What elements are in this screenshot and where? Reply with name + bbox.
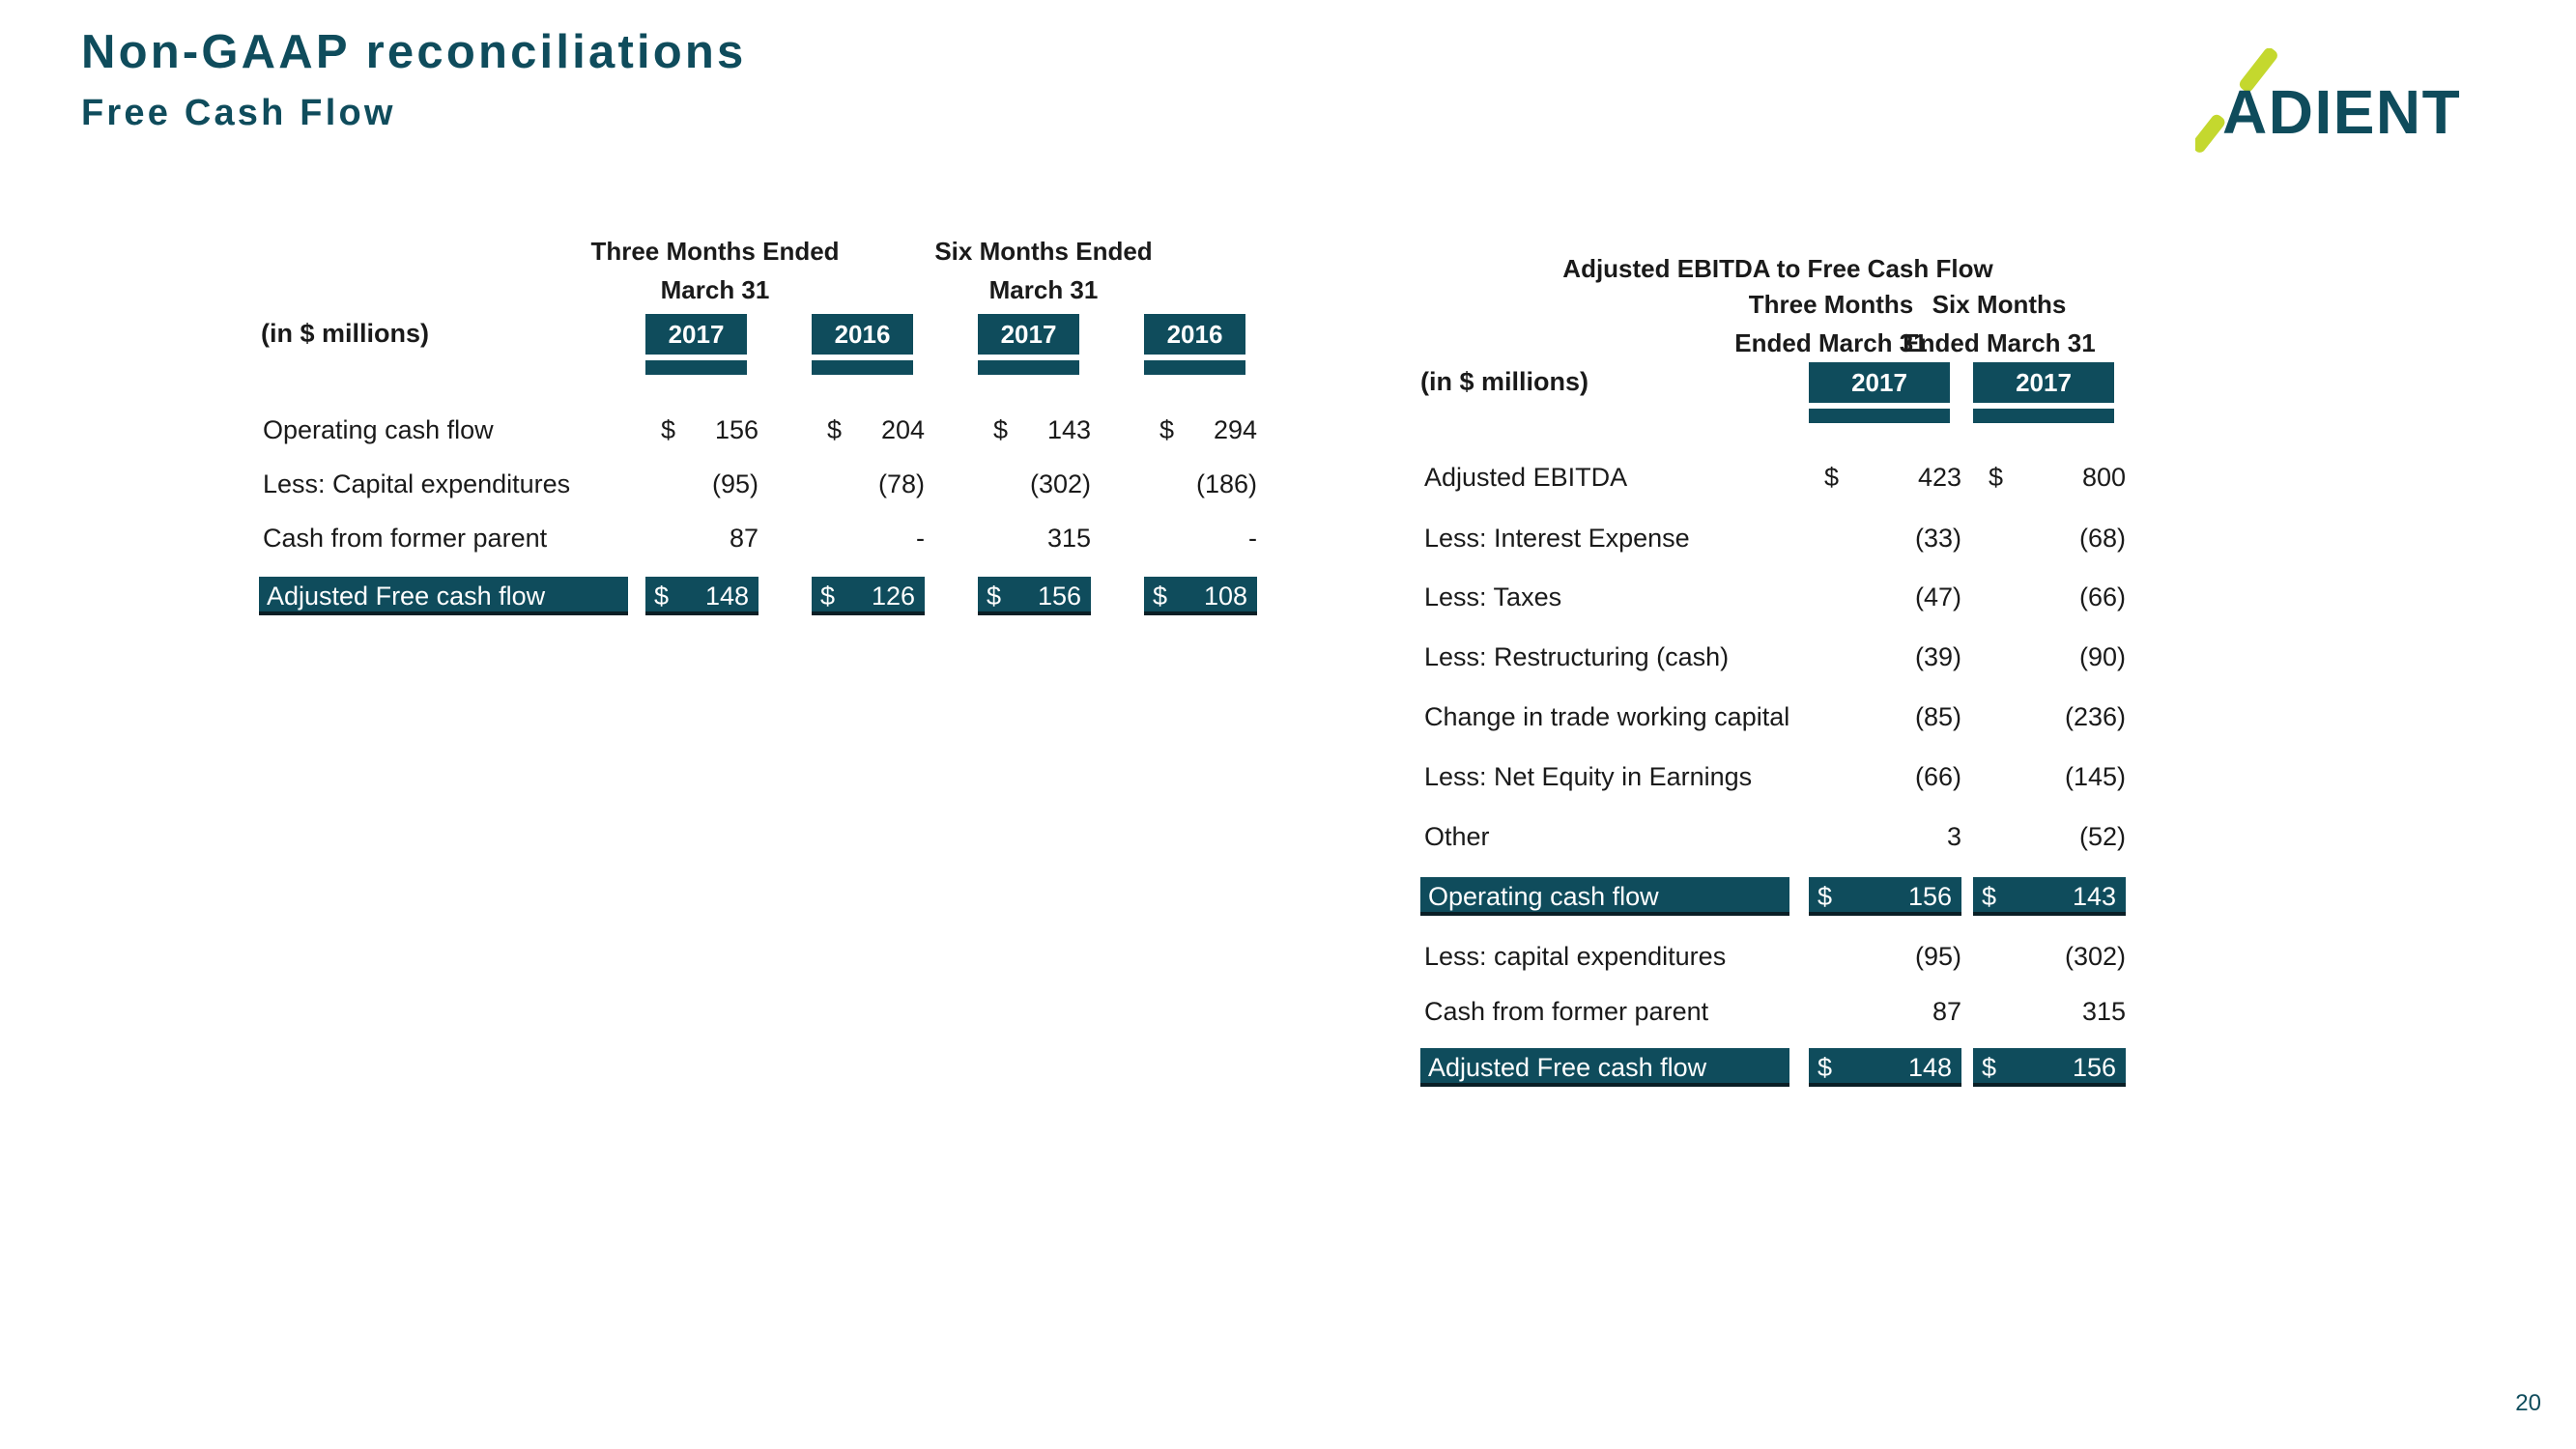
logo-wordmark: ADIENT (2222, 77, 2461, 147)
cell-total: $ 148 (1809, 1048, 1961, 1087)
cell-value: 148 (704, 582, 749, 611)
table-row: Less: Interest Expense (1424, 524, 1690, 553)
cell-value: (66) (2078, 582, 2126, 611)
slide-root: Non-GAAP reconciliations Free Cash Flow … (0, 0, 2576, 1449)
cell-value: (33) (1914, 524, 1961, 553)
right-year-bar-1 (1809, 409, 1950, 423)
left-group-header-2-line1: Six Months Ended (934, 237, 1153, 266)
cell-value: (47) (1914, 582, 1961, 611)
cell-value: 204 (880, 415, 925, 444)
table-row: Less: Taxes (1424, 582, 1562, 611)
cell-currency: $ (1818, 1053, 1833, 1082)
cell-value: 3 (1946, 822, 1961, 851)
cell-value: (302) (1029, 469, 1091, 498)
cell-currency: $ (987, 582, 1002, 611)
left-year-bar-3 (978, 360, 1079, 375)
right-year-header-2017-q: 2017 (1809, 362, 1950, 403)
cell-value: (78) (877, 469, 925, 498)
cell-value: - (1248, 524, 1257, 553)
table-row: Cash from former parent (263, 524, 548, 553)
page-subtitle: Free Cash Flow (81, 93, 396, 133)
cell-value: (186) (1195, 469, 1257, 498)
cell-value: - (916, 524, 925, 553)
cell-value: 87 (729, 524, 758, 553)
cell-value: 315 (2081, 997, 2126, 1026)
cell-value: 87 (1932, 997, 1961, 1026)
cell-value: (95) (1914, 942, 1961, 971)
left-group-header-2-line2: March 31 (988, 275, 1099, 304)
cell-currency: $ (1982, 1053, 1997, 1082)
cell-value: 294 (1213, 415, 1257, 444)
table-row: Less: Net Equity in Earnings (1424, 762, 1753, 791)
table-row-total: Adjusted Free cash flow (1420, 1048, 1789, 1087)
cell-value: (90) (2078, 642, 2126, 671)
cell-currency: $ (1153, 582, 1168, 611)
left-group-header-1-line2: March 31 (660, 275, 770, 304)
cell-total: $ 156 (1973, 1048, 2126, 1087)
cell-total: $ 126 (812, 577, 925, 615)
cell-value: 800 (2081, 463, 2126, 492)
cell-value: 143 (1046, 415, 1091, 444)
cell-total: $ 156 (978, 577, 1091, 615)
left-year-bar-4 (1144, 360, 1245, 375)
table-row: Cash from former parent (1424, 997, 1709, 1026)
cell-total: $ 156 (1809, 877, 1961, 916)
cell-value: (52) (2078, 822, 2126, 851)
page-title: Non-GAAP reconciliations (81, 26, 747, 78)
table-row-total: Operating cash flow (1420, 877, 1789, 916)
cell-value: 148 (1907, 1053, 1952, 1082)
table-row-total: Adjusted Free cash flow (259, 577, 628, 615)
cell-value: 126 (871, 582, 915, 611)
left-year-header-2017-h: 2017 (978, 314, 1079, 355)
table-row: Other (1424, 822, 1490, 851)
cell-value: 156 (2072, 1053, 2116, 1082)
left-year-bar-1 (645, 360, 747, 375)
table-row: Change in trade working capital (1424, 702, 1790, 731)
cell-value: 156 (1907, 882, 1952, 911)
cell-value: (66) (1914, 762, 1961, 791)
adient-logo: ADIENT (2195, 48, 2485, 155)
cell-value: (236) (2064, 702, 2126, 731)
cell-currency: $ (654, 582, 670, 611)
cell-value: (39) (1914, 642, 1961, 671)
right-year-bar-2 (1973, 409, 2114, 423)
table-row: Adjusted EBITDA (1424, 463, 1628, 492)
right-section-title: Adjusted EBITDA to Free Cash Flow (1562, 254, 1993, 283)
cell-value: 423 (1917, 463, 1961, 492)
cell-value: 108 (1203, 582, 1247, 611)
right-year-header-2017-h: 2017 (1973, 362, 2114, 403)
cell-value: (85) (1914, 702, 1961, 731)
cell-value: (302) (2064, 942, 2126, 971)
cell-value: (68) (2078, 524, 2126, 553)
cell-value: 315 (1046, 524, 1091, 553)
page-number: 20 (2515, 1390, 2541, 1416)
cell-currency: $ (1982, 882, 1997, 911)
right-group-header-2-line1: Six Months (1932, 290, 2067, 319)
cell-currency: $ (820, 582, 836, 611)
cell-value: (95) (711, 469, 758, 498)
table-row: Operating cash flow (263, 415, 494, 444)
cell-value: (145) (2064, 762, 2126, 791)
right-group-header-2-line2: Ended March 31 (1903, 328, 2096, 357)
left-group-header-1-line1: Three Months Ended (590, 237, 840, 266)
table-row: Less: capital expenditures (1424, 942, 1727, 971)
table-row: Less: Capital expenditures (263, 469, 571, 498)
table-row: Less: Restructuring (cash) (1424, 642, 1730, 671)
left-year-header-2016-h: 2016 (1144, 314, 1245, 355)
cell-total: $ 143 (1973, 877, 2126, 916)
left-year-bar-2 (812, 360, 913, 375)
cell-total: $ 108 (1144, 577, 1257, 615)
left-year-header-2016-q: 2016 (812, 314, 913, 355)
cell-value: 143 (2072, 882, 2116, 911)
cell-currency: $ (1818, 882, 1833, 911)
left-year-header-2017-q: 2017 (645, 314, 747, 355)
cell-value: 156 (1037, 582, 1081, 611)
left-unit-label: (in $ millions) (261, 319, 430, 348)
cell-value: 156 (714, 415, 758, 444)
right-unit-label: (in $ millions) (1420, 367, 1589, 396)
cell-total: $ 148 (645, 577, 758, 615)
